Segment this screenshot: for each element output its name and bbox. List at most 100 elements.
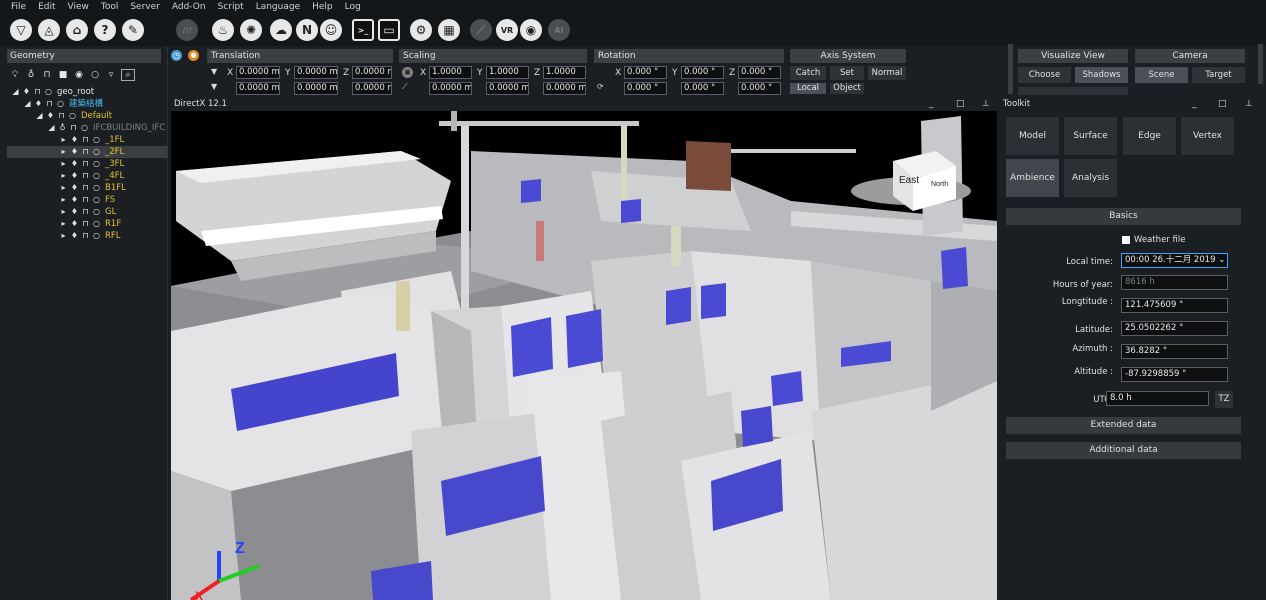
scaling-z-input[interactable]: 1.0000 <box>543 66 586 79</box>
expand-icon[interactable]: ◢ <box>46 122 57 134</box>
lock-icon[interactable]: ⊓ <box>80 194 91 206</box>
unlock-icon[interactable]: ⊓ <box>39 70 55 80</box>
fire-icon[interactable]: ♨ <box>212 19 234 41</box>
visibility-icon[interactable]: ○ <box>91 170 102 182</box>
visibility-icon[interactable]: ○ <box>91 194 102 206</box>
tree-node[interactable]: ▸ ♦ ⊓ ○ FS <box>7 194 168 206</box>
set-button[interactable]: Set <box>830 66 864 80</box>
lock-icon[interactable]: ⊓ <box>68 122 79 134</box>
expand-icon[interactable]: ◢ <box>34 110 45 122</box>
lock-icon[interactable]: ⊓ <box>44 98 55 110</box>
lock-icon[interactable]: ⊓ <box>56 110 67 122</box>
scaling-y-input[interactable]: 1.0000 <box>486 66 529 79</box>
network-icon[interactable]: N <box>296 19 318 41</box>
window-icon[interactable]: ▭ <box>378 19 400 41</box>
menu-script[interactable]: Script <box>218 2 244 12</box>
local-time-input[interactable]: 00:00 26.十二月 2019 ⌄ <box>1121 253 1228 268</box>
screenshot-icon[interactable]: ◉ <box>520 19 542 41</box>
expand-icon[interactable]: ◢ <box>10 86 21 98</box>
menu-view[interactable]: View <box>68 2 89 12</box>
visualize-extra-button[interactable] <box>1018 87 1128 95</box>
tree-node[interactable]: ▸ ♦ ⊓ ○ _2FL <box>7 146 168 158</box>
menu-log[interactable]: Log <box>345 2 361 12</box>
menu-server[interactable]: Server <box>130 2 160 12</box>
lock-icon[interactable]: ⊓ <box>80 230 91 242</box>
expand-icon[interactable]: ▸ <box>58 146 69 158</box>
translation-z2-input[interactable]: 0.0000 m <box>352 82 392 95</box>
grid-icon[interactable]: ▦ <box>438 19 460 41</box>
tab-ambience[interactable]: Ambience <box>1006 159 1059 197</box>
visibility-icon[interactable]: ○ <box>43 86 54 98</box>
lock-icon[interactable]: ⊓ <box>80 218 91 230</box>
tree-node[interactable]: ◢ ♦ ⊓ ○ 建築結構 <box>7 98 168 110</box>
light-icon[interactable]: 💡︎ <box>7 70 23 80</box>
minimize-icon[interactable]: _ <box>929 98 934 111</box>
light-icon[interactable]: ♦ <box>69 170 80 182</box>
visibility-icon[interactable]: ○ <box>91 134 102 146</box>
basics-header[interactable]: Basics <box>1006 208 1241 225</box>
console-icon[interactable]: >_ <box>352 19 374 41</box>
tree-node[interactable]: ▸ ♦ ⊓ ○ RFL <box>7 230 168 242</box>
visibility-icon[interactable]: ○ <box>91 146 102 158</box>
visibility-icon[interactable]: ○ <box>55 98 66 110</box>
expand-icon[interactable]: ▸ <box>58 194 69 206</box>
vr-icon[interactable]: VR <box>496 19 518 41</box>
slope-icon[interactable]: ⟋ <box>402 82 408 92</box>
measure-icon[interactable]: ✎ <box>122 19 144 41</box>
menu-edit[interactable]: Edit <box>38 2 55 12</box>
light-icon[interactable]: ♦ <box>69 230 80 242</box>
expand-icon[interactable]: ▸ <box>58 182 69 194</box>
longitude-input[interactable]: 121.475609 ° <box>1121 298 1228 313</box>
expand-icon[interactable]: ▸ <box>58 230 69 242</box>
expand-icon[interactable]: ◢ <box>22 98 33 110</box>
visibility-icon[interactable]: ○ <box>91 218 102 230</box>
down-arrow-icon[interactable]: ▼ <box>211 67 217 76</box>
hidden-icon[interactable]: ○ <box>87 70 103 80</box>
pin-icon[interactable]: ▼ <box>211 82 217 91</box>
expand-icon[interactable]: ▸ <box>58 134 69 146</box>
tree-node[interactable]: ▸ ♦ ⊓ ○ _4FL <box>7 170 168 182</box>
lock-icon[interactable]: ⊓ <box>80 170 91 182</box>
settings-icon[interactable]: ⚙ <box>410 19 432 41</box>
light-icon[interactable]: ♦ <box>69 146 80 158</box>
menu-file[interactable]: File <box>11 2 26 12</box>
lock-icon[interactable]: ⊓ <box>80 206 91 218</box>
expand-icon[interactable]: ▸ <box>58 206 69 218</box>
utc-input[interactable]: 8.0 h <box>1106 391 1209 406</box>
scaling-x2-input[interactable]: 0.0000 m <box>429 82 472 95</box>
rotation-y-input[interactable]: 0.000 ° <box>681 66 724 79</box>
tree-node[interactable]: ▸ ♦ ⊓ ○ R1F <box>7 218 168 230</box>
tree-node[interactable]: ▸ ♦ ⊓ ○ _1FL <box>7 134 168 146</box>
filter-icon[interactable]: ▽ <box>10 19 32 41</box>
help-icon[interactable]: ? <box>94 19 116 41</box>
extended-data-header[interactable]: Extended data <box>1006 417 1241 434</box>
weather-icon[interactable]: ☁ <box>270 19 292 41</box>
altitude-input[interactable]: -87.9298859 ° <box>1121 367 1228 382</box>
rotation-y2-input[interactable]: 0.000 ° <box>681 82 724 95</box>
rotation-x-input[interactable]: 0.000 ° <box>624 66 667 79</box>
tree-node[interactable]: ▸ ♦ ⊓ ○ B1FL <box>7 182 168 194</box>
tab-vertex[interactable]: Vertex <box>1181 117 1234 155</box>
toolkit-pin-icon[interactable]: ⊥ <box>1245 98 1253 111</box>
lock-icon[interactable]: ⊓ <box>80 182 91 194</box>
scaling-x-input[interactable]: 1.0000 <box>429 66 472 79</box>
tree-node[interactable]: ◢ ♦ ⊓ ○ geo_root <box>7 86 168 98</box>
scaling-y2-input[interactable]: 0.0000 m <box>486 82 529 95</box>
azimuth-input[interactable]: 36.8282 ° <box>1121 344 1228 359</box>
latitude-input[interactable]: 25.0502262 ° <box>1121 321 1228 336</box>
hours-of-year-input[interactable]: 8616 h <box>1121 275 1228 290</box>
lock-icon[interactable]: ■ <box>55 70 71 80</box>
tree-node[interactable]: ▸ ♦ ⊓ ○ _3FL <box>7 158 168 170</box>
lock-icon[interactable]: ⊓ <box>32 86 43 98</box>
move-icon[interactable]: ◷ <box>171 50 182 61</box>
light-icon[interactable]: ♦ <box>21 86 32 98</box>
particle-icon[interactable]: ✺ <box>240 19 262 41</box>
maximize-icon[interactable]: □ <box>956 98 965 111</box>
shadows-button[interactable]: Shadows <box>1075 67 1128 83</box>
menu-language[interactable]: Language <box>256 2 300 12</box>
plane-icon[interactable]: ◬ <box>38 19 60 41</box>
choose-button[interactable]: Choose <box>1018 67 1071 83</box>
expand-icon[interactable]: ▸ <box>58 158 69 170</box>
scrollbar[interactable] <box>1258 44 1263 84</box>
toolkit-minimize-icon[interactable]: _ <box>1192 98 1197 111</box>
